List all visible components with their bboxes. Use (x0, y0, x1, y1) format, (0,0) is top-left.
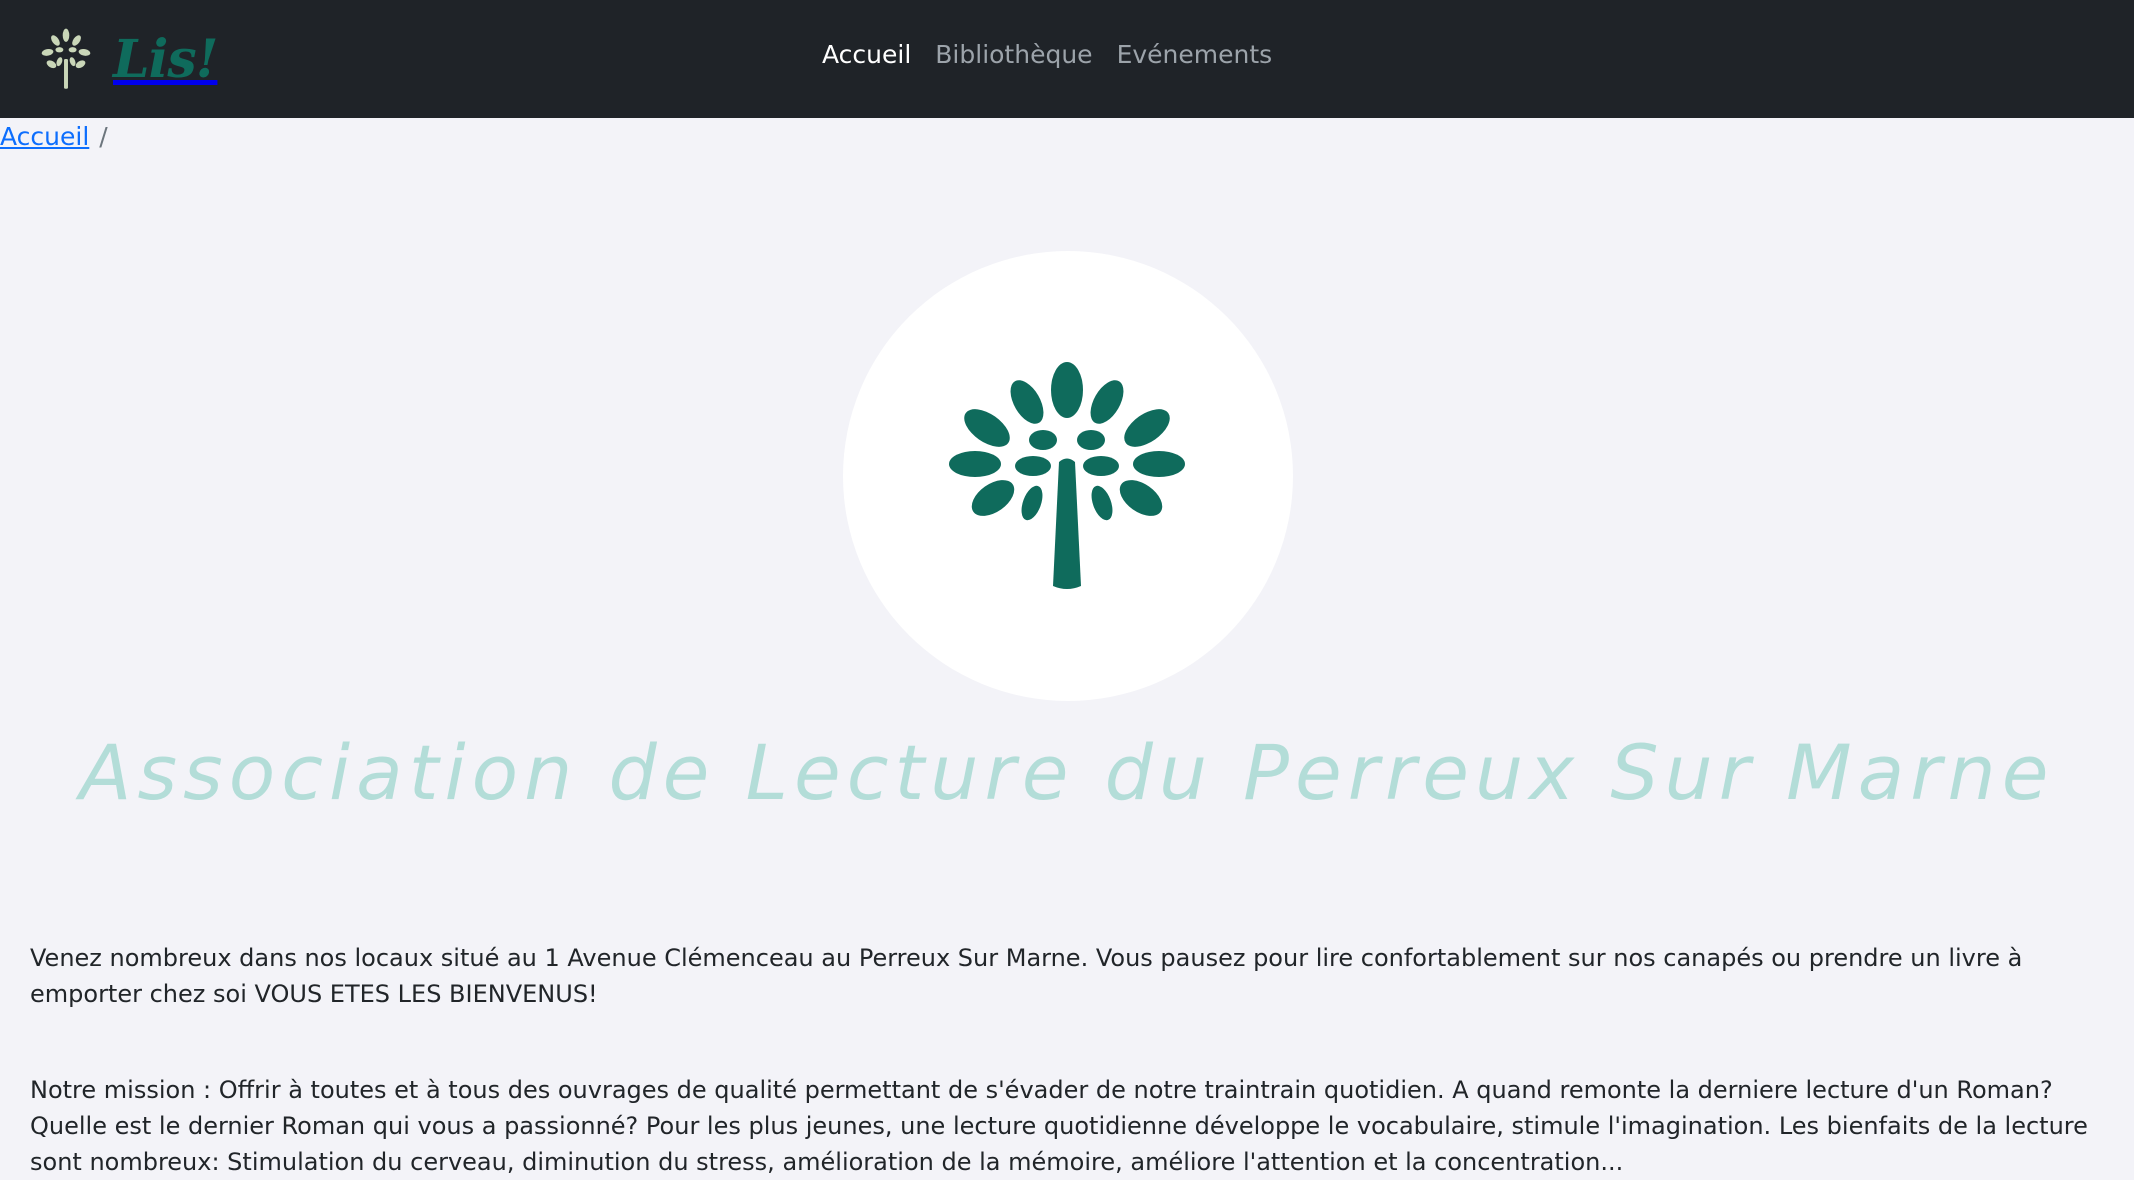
main-nav: Accueil Bibliothèque Evénements (822, 40, 1272, 69)
brand-logo-text: Lis! (113, 28, 218, 90)
breadcrumb-home-link[interactable]: Accueil (0, 122, 89, 151)
navbar: Lis! Accueil Bibliothèque Evénements (0, 0, 2134, 118)
tree-icon (41, 28, 91, 89)
breadcrumb-separator: / (99, 122, 108, 151)
nav-link-accueil[interactable]: Accueil (822, 40, 911, 69)
intro-paragraph: Venez nombreux dans nos locaux situé au … (30, 944, 2023, 1008)
nav-link-evenements[interactable]: Evénements (1117, 40, 1273, 69)
page-title: Association de Lecture du Perreux Sur Ma… (79, 728, 2055, 817)
tree-icon (949, 362, 1185, 589)
mission-paragraph: Notre mission : Offrir à toutes et à tou… (30, 1076, 2088, 1176)
brand-logo-link[interactable]: Lis! (33, 26, 218, 92)
nav-link-bibliotheque[interactable]: Bibliothèque (935, 40, 1092, 69)
breadcrumb: Accueil / (0, 122, 108, 151)
